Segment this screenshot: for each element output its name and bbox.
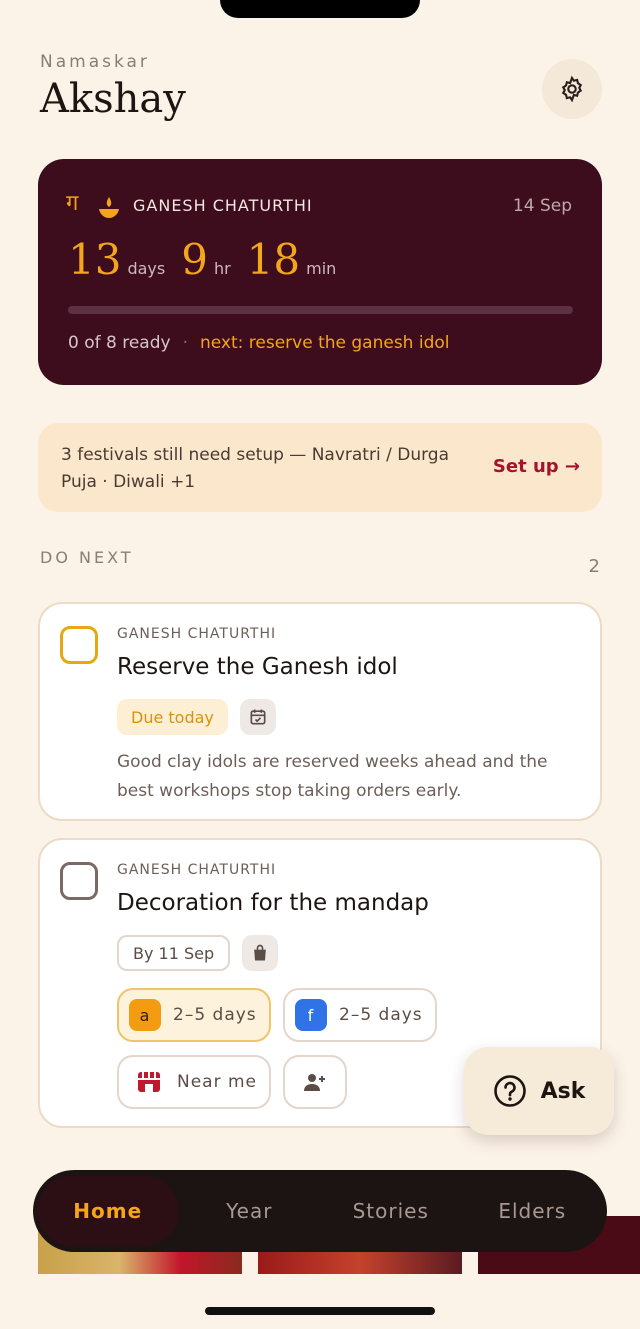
countdown-minutes-unit: min: [306, 259, 337, 278]
task-checkbox[interactable]: [60, 626, 98, 664]
ready-count: 0 of 8 ready: [68, 333, 171, 353]
nav-home[interactable]: Home: [37, 1176, 179, 1246]
shopping-bag-chip[interactable]: [242, 935, 279, 971]
add-helper-button[interactable]: [283, 1055, 347, 1109]
gear-icon: [561, 75, 583, 103]
task-chips: By 11 Sep: [117, 935, 279, 971]
festival-date: 14 Sep: [512, 196, 572, 216]
task-title: Decoration for the mandap: [117, 890, 429, 916]
festival-name: GANESH CHATURTHI: [133, 196, 313, 215]
near-me-button[interactable]: Near me: [117, 1055, 271, 1109]
task-festival: GANESH CHATURTHI: [117, 862, 277, 878]
near-me-label: Near me: [177, 1072, 258, 1092]
task-card[interactable]: GANESH CHATURTHI Reserve the Ganesh idol…: [38, 602, 602, 821]
user-name: Akshay: [40, 76, 186, 122]
section-count: 2: [588, 556, 600, 577]
ask-label: Ask: [540, 1078, 586, 1104]
task-festival: GANESH CHATURTHI: [117, 626, 277, 642]
devanagari-glyph: ग: [66, 191, 79, 216]
countdown-days: 13: [68, 235, 122, 284]
ask-button[interactable]: Ask: [464, 1047, 614, 1135]
vendor-f-delivery: 2–5 days: [339, 1005, 423, 1025]
calendar-check-icon: [250, 709, 266, 725]
diya-lamp-icon: [99, 197, 119, 218]
nav-year[interactable]: Year: [179, 1176, 321, 1246]
greeting-label: Namaskar: [40, 52, 150, 72]
setup-button[interactable]: Set up →: [493, 456, 580, 477]
vendor-a-badge: a: [129, 999, 161, 1031]
home-indicator: [205, 1307, 435, 1315]
readiness-progress-bar: [68, 306, 573, 314]
vendor-option-a[interactable]: a 2–5 days: [117, 988, 271, 1042]
task-chips: Due today: [117, 699, 276, 735]
vendor-a-delivery: 2–5 days: [173, 1005, 257, 1025]
countdown-minutes: 18: [246, 235, 301, 284]
next-step-link[interactable]: next: reserve the ganesh idol: [200, 333, 450, 353]
nav-elders[interactable]: Elders: [462, 1176, 604, 1246]
calendar-check-chip[interactable]: [239, 699, 276, 735]
countdown-days-unit: days: [127, 259, 166, 278]
vendor-option-f[interactable]: f 2–5 days: [283, 988, 437, 1042]
vendor-f-badge: f: [295, 999, 327, 1031]
add-person-icon: [304, 1074, 325, 1091]
festival-setup-banner: 3 festivals still need setup — Navratri …: [38, 423, 602, 512]
readiness-summary: 0 of 8 ready · next: reserve the ganesh …: [68, 333, 450, 353]
task-title: Reserve the Ganesh idol: [117, 654, 398, 680]
device-notch: [220, 0, 420, 18]
countdown: 13 days 9 hr 18 min: [68, 235, 352, 284]
task-checkbox[interactable]: [60, 862, 98, 900]
question-circle-icon: [493, 1075, 526, 1107]
due-badge: By 11 Sep: [117, 935, 231, 971]
countdown-hours: 9: [181, 235, 208, 284]
countdown-hours-unit: hr: [213, 259, 231, 278]
festival-countdown-card[interactable]: ग GANESH CHATURTHI 14 Sep 13 days 9 hr 1…: [38, 159, 602, 385]
settings-button[interactable]: [542, 59, 602, 119]
shopping-bag-icon: [254, 944, 266, 961]
setup-banner-text: 3 festivals still need setup — Navratri …: [61, 445, 449, 492]
separator-dot: ·: [182, 333, 188, 353]
nav-stories[interactable]: Stories: [320, 1176, 462, 1246]
section-title: DO NEXT: [40, 548, 134, 567]
bottom-nav: Home Year Stories Elders: [33, 1170, 607, 1252]
task-description: Good clay idols are reserved weeks ahead…: [117, 752, 548, 801]
store-icon: [138, 1072, 160, 1092]
due-badge: Due today: [117, 699, 228, 735]
